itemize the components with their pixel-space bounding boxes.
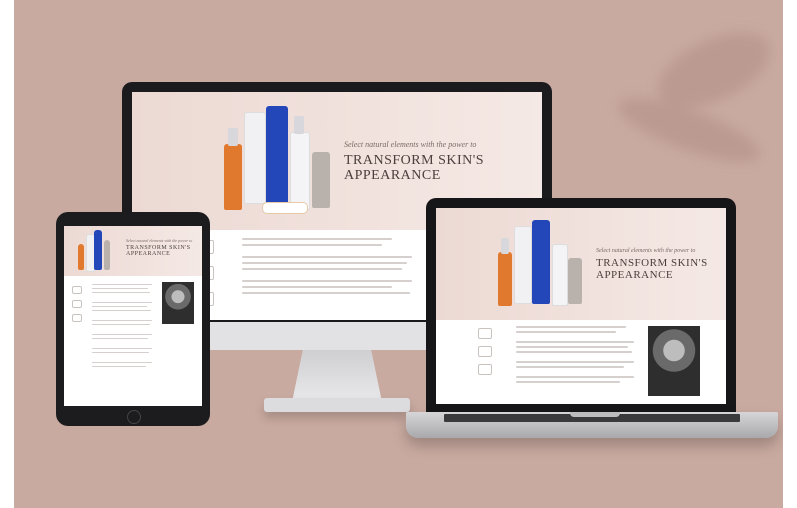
feature-icon <box>478 346 492 357</box>
text-line <box>242 244 382 246</box>
text-line <box>92 352 149 353</box>
text-line <box>242 262 407 264</box>
monitor-stand <box>292 350 382 402</box>
text-line <box>92 306 147 307</box>
text-line <box>92 288 148 289</box>
text-line <box>516 361 634 363</box>
product-bottle <box>104 240 110 270</box>
tablet-screen: Select natural elements with the power t… <box>64 226 202 406</box>
mockup-backdrop: Select natural elements with the power t… <box>14 0 783 508</box>
product-bottle <box>498 252 512 306</box>
text-line <box>92 362 152 363</box>
text-line <box>92 310 151 311</box>
text-line <box>516 326 626 328</box>
text-line <box>516 381 620 383</box>
text-line <box>92 292 150 293</box>
hero-headline: TRANSFORM SKIN'S APPEARANCE <box>126 245 191 258</box>
product-bottle <box>266 106 288 206</box>
text-line <box>92 338 148 339</box>
product-bottle <box>78 244 84 270</box>
text-line <box>516 346 628 348</box>
product-bottle <box>514 226 532 304</box>
text-line <box>242 238 392 240</box>
tablet: Select natural elements with the power t… <box>56 212 210 426</box>
text-line <box>242 286 392 288</box>
product-bottle <box>224 144 242 210</box>
hero-tagline: Select natural elements with the power t… <box>344 140 477 149</box>
feature-icon <box>72 286 82 294</box>
product-bottle <box>552 244 568 306</box>
text-line <box>92 284 152 285</box>
text-line <box>516 351 632 353</box>
product-bottle <box>244 112 266 204</box>
product-bottle <box>532 220 550 304</box>
content-area <box>64 276 202 406</box>
text-line <box>242 268 402 270</box>
bottle-cap <box>294 116 304 134</box>
monitor-base <box>264 398 410 412</box>
hero-headline: TRANSFORM SKIN'S APPEARANCE <box>344 153 485 183</box>
text-line <box>516 376 634 378</box>
text-line <box>242 280 412 282</box>
content-area <box>436 320 726 404</box>
feature-icon <box>72 314 82 322</box>
feature-icon <box>478 364 492 375</box>
text-line <box>516 341 634 343</box>
text-line <box>92 320 152 321</box>
portrait-photo <box>648 326 700 396</box>
hero-headline: TRANSFORM SKIN'S APPEARANCE <box>596 257 708 281</box>
text-line <box>92 334 152 335</box>
text-line <box>516 331 616 333</box>
hero-tagline: Select natural elements with the power t… <box>596 248 696 254</box>
text-line <box>242 256 412 258</box>
bottle-cap <box>228 128 238 146</box>
hero-tagline: Select natural elements with the power t… <box>126 238 193 243</box>
product-tube <box>262 202 308 214</box>
text-line <box>242 292 410 294</box>
feature-icon <box>478 328 492 339</box>
laptop-notch <box>570 412 620 417</box>
portrait-photo <box>162 282 194 324</box>
hero-banner: Select natural elements with the power t… <box>64 226 202 276</box>
home-button <box>127 410 141 424</box>
text-line <box>92 324 150 325</box>
feature-icon <box>72 300 82 308</box>
product-bottle <box>312 152 330 208</box>
product-bottle <box>94 230 102 270</box>
product-bottle <box>290 132 310 210</box>
laptop-screen: Select natural elements with the power t… <box>436 208 726 404</box>
laptop: Select natural elements with the power t… <box>426 198 736 414</box>
text-line <box>92 366 146 367</box>
product-bottle <box>568 258 582 304</box>
hero-banner: Select natural elements with the power t… <box>436 208 726 320</box>
bottle-cap <box>501 238 509 254</box>
text-line <box>92 348 152 349</box>
text-line <box>92 302 152 303</box>
text-line <box>516 366 624 368</box>
